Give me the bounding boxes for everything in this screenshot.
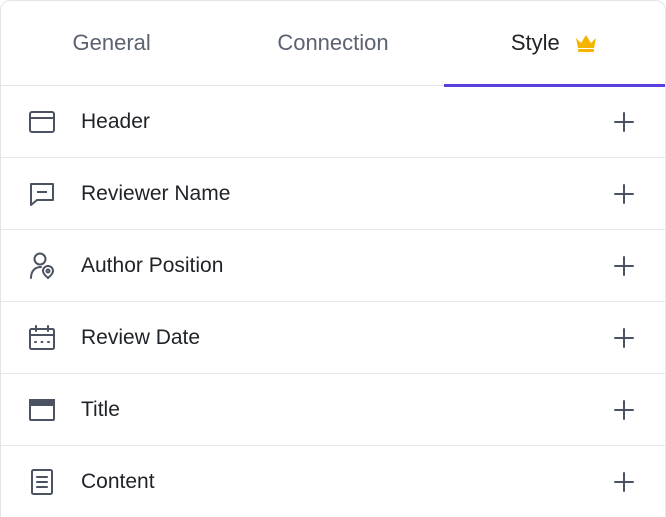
list-item-label: Reviewer Name bbox=[81, 181, 231, 205]
list-item-review-date[interactable]: Review Date bbox=[1, 302, 665, 374]
calendar-icon bbox=[28, 324, 56, 352]
tab-connection[interactable]: Connection bbox=[222, 1, 443, 85]
add-reviewer-name-plus-icon[interactable] bbox=[613, 183, 635, 205]
element-list: Header Reviewer Name Author Position Rev… bbox=[1, 86, 665, 517]
list-item-reviewer-name[interactable]: Reviewer Name bbox=[1, 158, 665, 230]
add-author-position-plus-icon[interactable] bbox=[613, 255, 635, 277]
tab-style-label: Style bbox=[510, 30, 560, 55]
document-icon bbox=[28, 468, 56, 496]
add-header-plus-icon[interactable] bbox=[613, 111, 635, 133]
add-content-plus-icon[interactable] bbox=[613, 471, 635, 493]
list-item-title[interactable]: Title bbox=[1, 374, 665, 446]
list-item-label: Title bbox=[81, 397, 120, 421]
tab-connection-label: Connection bbox=[277, 30, 389, 55]
list-item-content[interactable]: Content bbox=[1, 446, 665, 517]
list-item-author-position[interactable]: Author Position bbox=[1, 230, 665, 302]
tab-bar: General Connection Style bbox=[1, 1, 665, 87]
tab-style[interactable]: Style bbox=[443, 1, 665, 87]
add-title-plus-icon[interactable] bbox=[613, 399, 635, 421]
crown-icon bbox=[574, 33, 598, 53]
user-location-icon bbox=[28, 252, 56, 280]
tab-general[interactable]: General bbox=[1, 1, 222, 85]
list-item-label: Content bbox=[81, 469, 155, 493]
message-icon bbox=[28, 180, 56, 208]
list-item-label: Review Date bbox=[81, 325, 201, 349]
title-window-icon bbox=[28, 396, 56, 424]
list-item-label: Author Position bbox=[81, 253, 224, 277]
list-item-label: Header bbox=[81, 109, 150, 133]
header-layout-icon bbox=[28, 108, 56, 136]
list-item-header[interactable]: Header bbox=[1, 86, 665, 158]
tab-general-label: General bbox=[72, 30, 151, 55]
style-settings-panel: General Connection Style Header Reviewer… bbox=[0, 0, 666, 517]
add-review-date-plus-icon[interactable] bbox=[613, 327, 635, 349]
